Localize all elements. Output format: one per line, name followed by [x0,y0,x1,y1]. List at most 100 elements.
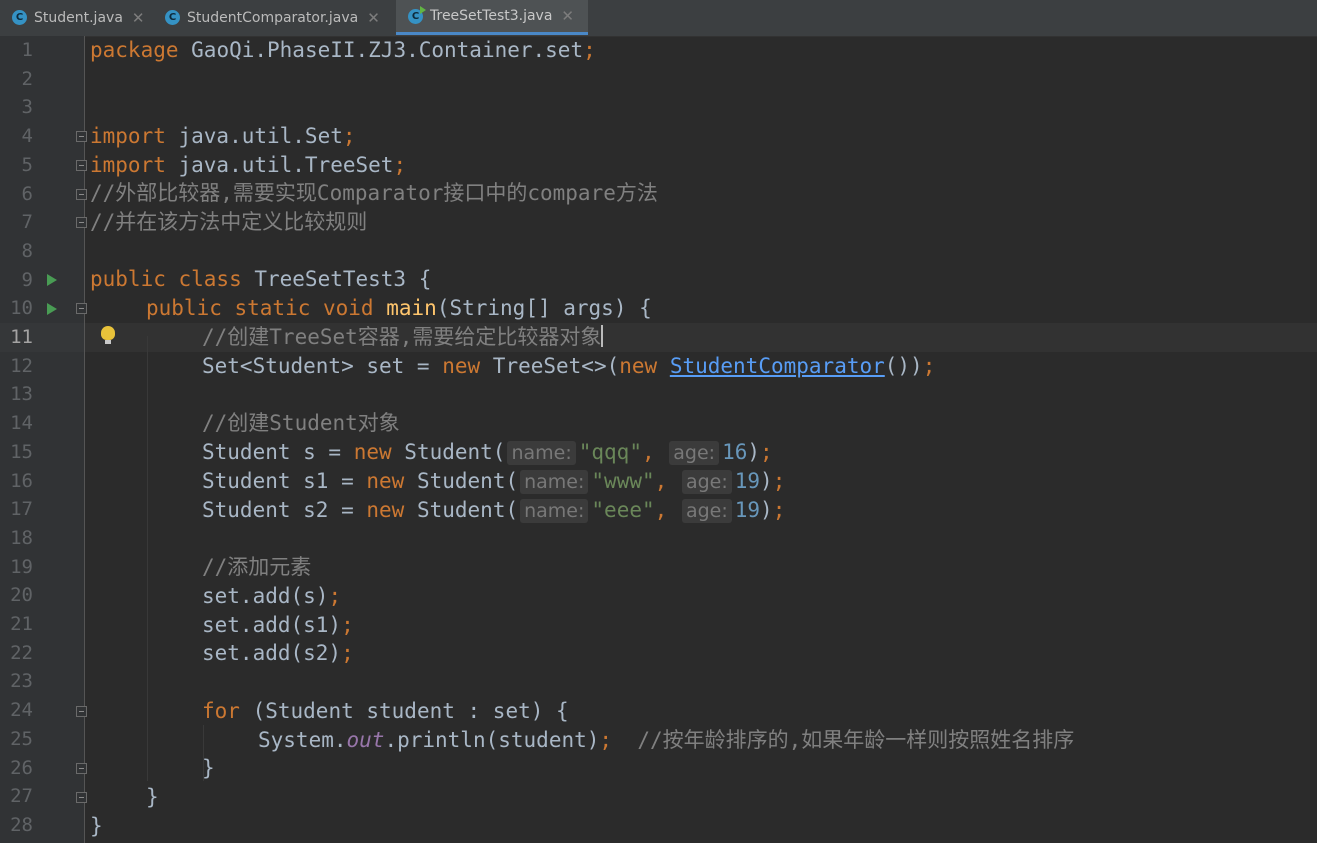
code-line-20[interactable]: set.add(s); [202,582,341,611]
line-number[interactable]: 21 [0,610,33,639]
line-number[interactable]: 6 [0,180,33,209]
semicolon: ; [341,613,354,637]
fold-marker-icon[interactable] [76,303,87,314]
code-line-14-comment[interactable]: //创建Student对象 [202,409,400,438]
close-icon[interactable]: ✕ [132,9,145,27]
keyword: for [202,699,240,723]
line-number[interactable]: 4 [0,122,33,151]
close-icon[interactable]: ✕ [561,7,574,25]
code-line-1[interactable]: package GaoQi.PhaseII.ZJ3.Container.set; [90,36,596,65]
code-line-17[interactable]: Student s2 = new Student(name: "eee", age… [202,496,785,525]
tab-student-java[interactable]: C Student.java ✕ [0,0,155,35]
code-line-4[interactable]: import java.util.Set; [90,122,356,151]
parameter-hint: name: [520,470,589,494]
lightbulb-icon[interactable] [101,326,115,344]
comment-text: //创建TreeSet容器,需要给定比较器对象 [202,325,602,349]
semicolon: ; [583,38,596,62]
method-params: (String[] args) { [436,296,652,320]
line-number[interactable]: 13 [0,380,33,409]
line-number[interactable]: 11 [0,323,33,352]
semicolon: ; [341,641,354,665]
line-number[interactable]: 26 [0,754,33,783]
studentcomparator-link[interactable]: StudentComparator [670,354,885,378]
tab-treesettest3-java[interactable]: C TreeSetTest3.java ✕ [396,0,588,35]
java-runnable-class-icon: C [408,5,426,24]
fold-marker-icon[interactable] [76,189,87,200]
tab-studentcomparator-java[interactable]: C StudentComparator.java ✕ [155,0,395,35]
fold-marker-icon[interactable] [76,160,87,171]
string-literal: "eee" [591,498,655,522]
line-number[interactable]: 16 [0,467,33,496]
line-number[interactable]: 24 [0,696,33,725]
fold-marker-icon[interactable] [76,763,87,774]
line-number[interactable]: 22 [0,639,33,668]
line-number[interactable]: 20 [0,581,33,610]
line-number[interactable]: 25 [0,725,33,754]
code-line-16[interactable]: Student s1 = new Student(name: "www", age… [202,467,785,496]
line-number[interactable]: 5 [0,151,33,180]
line-number[interactable]: 19 [0,553,33,582]
code-line-27[interactable]: } [146,783,159,812]
fold-marker-icon[interactable] [76,131,87,142]
code-line-5[interactable]: import java.util.TreeSet; [90,151,406,180]
line-number[interactable]: 23 [0,667,33,696]
fold-marker-icon[interactable] [76,217,87,228]
keyword: new [353,440,392,464]
line-number[interactable]: 10 [0,294,33,323]
semicolon: ; [772,498,786,522]
semicolon: ; [922,354,936,378]
line-number[interactable]: 3 [0,93,33,122]
line-number[interactable]: 8 [0,237,33,266]
line-number[interactable]: 17 [0,495,33,524]
line-number[interactable]: 15 [0,438,33,467]
line-number[interactable]: 9 [0,266,33,295]
code-line-19-comment[interactable]: //添加元素 [202,553,311,582]
semicolon: ; [760,440,773,464]
code-line-26[interactable]: } [202,754,215,783]
run-class-icon[interactable] [47,274,57,286]
text-cursor [601,325,604,347]
code-line-28[interactable]: } [90,812,103,841]
line-number[interactable]: 7 [0,208,33,237]
close-paren: ) [760,498,773,522]
keyword: import [90,124,166,148]
keyword: public static void [146,296,374,320]
java-class-icon: C [12,10,27,25]
inline-comment: //按年龄排序的,如果年龄一样则按照姓名排序 [637,728,1075,752]
code-line-21[interactable]: set.add(s1); [202,611,354,640]
number-literal: 19 [734,498,761,522]
fold-marker-icon[interactable] [76,706,87,717]
parameter-hint: name: [520,499,589,523]
constructor: Student( [404,498,519,522]
code-line-7-comment[interactable]: //并在该方法中定义比较规则 [90,208,367,237]
code-line-9[interactable]: public class TreeSetTest3 { [90,265,431,294]
code-line-11-comment[interactable]: //创建TreeSet容器,需要给定比较器对象 [202,323,604,352]
run-main-icon[interactable] [47,303,57,315]
constructor: Student( [391,440,506,464]
code-line-15[interactable]: Student s = new Student(name: "qqq", age:… [202,438,773,467]
class-ref: System. [258,728,347,752]
line-number[interactable]: 1 [0,36,33,65]
close-icon[interactable]: ✕ [367,9,380,27]
string-literal: "qqq" [578,440,642,464]
line-number[interactable]: 28 [0,811,33,840]
fold-marker-icon[interactable] [76,792,87,803]
semicolon: ; [772,469,786,493]
tab-label: TreeSetTest3.java [430,8,553,24]
code-line-10[interactable]: public static void main(String[] args) { [146,294,652,323]
code-line-24[interactable]: for (Student student : set) { [202,697,569,726]
line-number[interactable]: 2 [0,65,33,94]
line-number[interactable]: 14 [0,409,33,438]
line-number[interactable]: 18 [0,524,33,553]
line-number[interactable]: 12 [0,352,33,381]
code-line-6-comment[interactable]: //外部比较器,需要实现Comparator接口中的compare方法 [90,179,658,208]
code-line-12[interactable]: Set<Student> set = new TreeSet<>(new Stu… [202,352,935,381]
code-line-22[interactable]: set.add(s2); [202,639,354,668]
semicolon: ; [393,153,407,177]
keyword: new [619,354,658,378]
line-number[interactable]: 27 [0,782,33,811]
parameter-hint: age: [681,470,732,494]
keyword: import [90,153,166,177]
code-line-25[interactable]: System.out.println(student); //按年龄排序的,如果… [258,726,1074,755]
keyword: new [366,498,405,522]
